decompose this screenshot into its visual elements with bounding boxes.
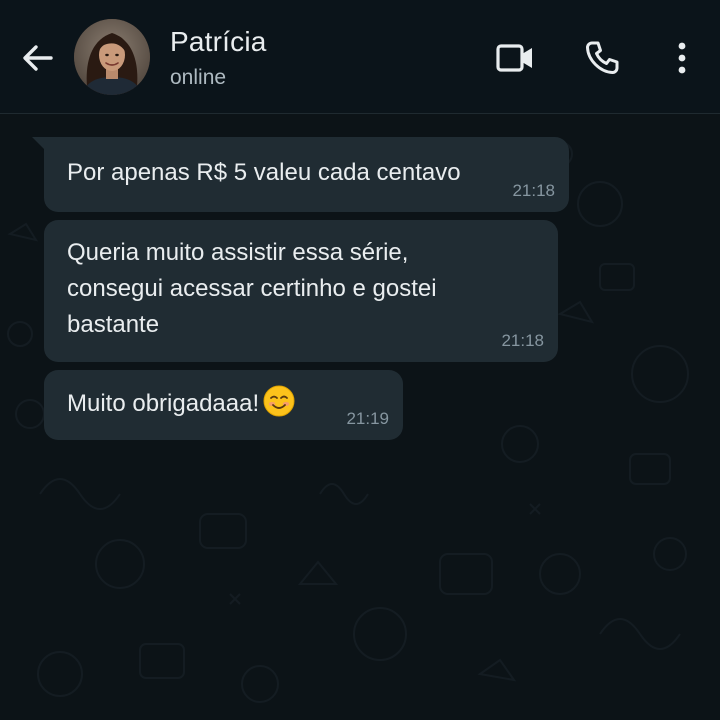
chat-header: Patrícia online: [0, 0, 720, 114]
message-text: Queria muito assistir essa série, conseg…: [67, 239, 437, 338]
message-list[interactable]: Por apenas R$ 5 valeu cada centavo 21:18…: [0, 114, 720, 720]
contact-photo: [74, 19, 150, 95]
chat-screen: Patrícia online Por apenas R$ 5 valeu ca…: [0, 0, 720, 720]
back-button[interactable]: [18, 38, 58, 78]
message-time: 21:18: [512, 181, 555, 200]
message-bubble[interactable]: Queria muito assistir essa série, conseg…: [44, 220, 558, 362]
more-vertical-icon: [678, 42, 686, 74]
video-call-button[interactable]: [493, 36, 537, 80]
voice-call-button[interactable]: [580, 36, 624, 80]
message-bubble[interactable]: Muito obrigadaaa! 21:19: [44, 370, 403, 440]
phone-icon: [586, 41, 619, 74]
bubble-tail: [32, 137, 46, 151]
more-options-button[interactable]: [660, 36, 704, 80]
message-text-wrapper: Muito obrigadaaa!: [67, 385, 295, 422]
smiling-face-emoji: [263, 385, 295, 417]
message-time: 21:18: [501, 331, 544, 350]
contact-name[interactable]: Patrícia: [170, 26, 267, 58]
message-text: Muito obrigadaaa!: [67, 390, 260, 417]
video-camera-icon: [496, 44, 532, 72]
avatar[interactable]: [74, 19, 150, 95]
message-text: Por apenas R$ 5 valeu cada centavo: [67, 159, 461, 186]
message-time: 21:19: [346, 409, 389, 428]
contact-status: online: [170, 66, 227, 89]
message-bubble[interactable]: Por apenas R$ 5 valeu cada centavo 21:18: [32, 137, 569, 212]
arrow-left-icon: [23, 45, 53, 71]
